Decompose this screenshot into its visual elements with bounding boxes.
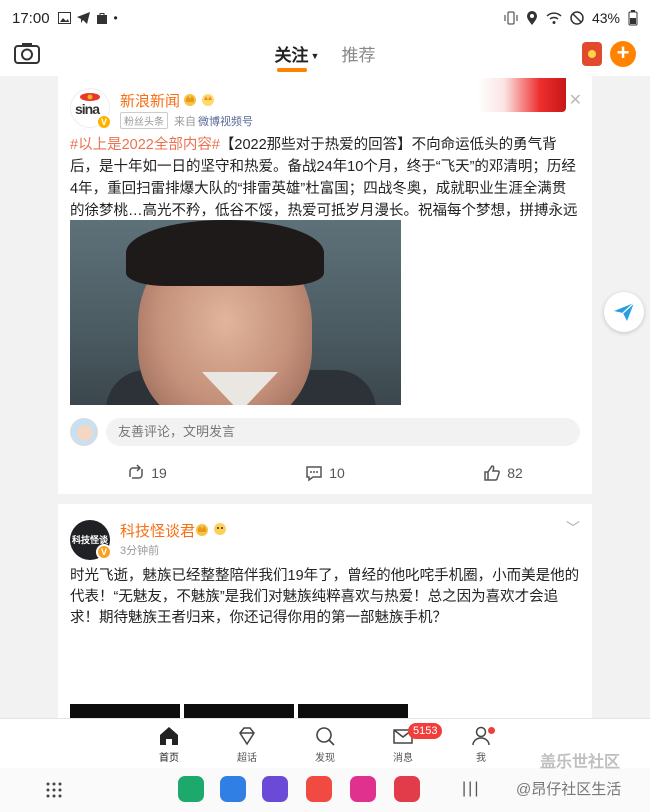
new-year-banner xyxy=(478,78,566,112)
comment-input[interactable]: 友善评论，文明发言 xyxy=(106,418,580,446)
home-icon xyxy=(160,727,178,745)
like-button[interactable]: 82 xyxy=(483,464,523,482)
watermark-text: @昂仔社区生活 xyxy=(516,781,622,798)
tab-messages-label: 消息 xyxy=(393,753,413,764)
dot-icon: • xyxy=(113,11,118,25)
verified-badge-icon: V xyxy=(96,544,112,560)
do-not-disturb-icon xyxy=(570,11,584,25)
watermark-logo: 盖乐世社区 xyxy=(540,754,621,771)
crown-icon xyxy=(196,524,208,536)
notification-icons: • xyxy=(57,11,118,25)
like-count: 82 xyxy=(507,465,523,481)
tab-super-topic[interactable]: 超话 xyxy=(208,719,286,768)
avatar-text: sina xyxy=(75,101,100,117)
image-thumb[interactable]: 2004 xyxy=(70,704,180,718)
author-name[interactable]: 科技怪谈君 xyxy=(120,520,195,541)
comment-row: 友善评论，文明发言 xyxy=(70,417,580,447)
tab-discover-label: 发现 xyxy=(315,753,335,764)
compose-plus-button[interactable]: + xyxy=(610,41,636,67)
my-avatar xyxy=(70,418,98,446)
camera-icon[interactable] xyxy=(14,42,40,64)
top-nav: 关注 ▼ 推荐 + xyxy=(0,36,650,76)
post-body: 时光飞逝，魅族已经整整陪伴我们19年了，曾经的他叱咤手机圈，小而美是他的代表！“… xyxy=(70,568,580,626)
topic-link[interactable]: #以上是2022全部内容# xyxy=(70,137,220,153)
tab-recommended[interactable]: 推荐 xyxy=(341,41,375,72)
gallery-app-icon[interactable] xyxy=(350,776,376,802)
caret-down-icon: ▼ xyxy=(310,51,320,62)
repost-icon xyxy=(129,464,143,479)
vibrate-icon xyxy=(504,11,518,25)
tab-following[interactable]: 关注 ▼ xyxy=(274,41,320,72)
internet-app-icon[interactable] xyxy=(262,776,288,802)
status-bar: 17:00 • 43% xyxy=(0,0,650,36)
paper-plane-icon xyxy=(614,302,635,321)
repost-button[interactable]: 19 xyxy=(127,464,167,482)
status-time: 17:00 xyxy=(12,9,50,27)
tab-me[interactable]: 我 xyxy=(442,719,520,768)
feed: sina V 新浪新闻 粉丝头条 来自 微博视频号 ✕ #以上是2022全部内容… xyxy=(0,76,650,718)
chevron-down-icon[interactable]: ﹀ xyxy=(566,518,580,538)
wifi-icon xyxy=(546,12,562,24)
crown-icon xyxy=(184,94,196,106)
post-meta: 粉丝头条 来自 微博视频号 xyxy=(120,112,253,129)
search-icon xyxy=(316,727,335,746)
image-thumb[interactable]: 2005 xyxy=(184,704,294,718)
camera-app-icon[interactable] xyxy=(394,776,420,802)
tab-messages[interactable]: 消息 5153 xyxy=(364,719,443,768)
image-thumb[interactable]: 2008 xyxy=(298,704,408,718)
post-actions: 19 10 82 xyxy=(58,464,592,482)
video-figure-hair xyxy=(126,220,324,286)
diamond-icon xyxy=(239,727,255,746)
location-icon xyxy=(526,11,537,25)
flipboard-app-icon[interactable] xyxy=(306,776,332,802)
source-link[interactable]: 微博视频号 xyxy=(198,113,253,129)
floating-share-button[interactable] xyxy=(604,292,644,332)
phone-app-icon[interactable] xyxy=(178,776,204,802)
repost-count: 19 xyxy=(151,465,167,481)
image-grid: 2004 2005 2008 xyxy=(70,704,408,718)
author-name[interactable]: 新浪新闻 xyxy=(120,90,180,111)
sina-eye-icon xyxy=(80,93,100,101)
messages-app-icon[interactable] xyxy=(220,776,246,802)
comment-button[interactable]: 10 xyxy=(305,464,345,482)
close-icon[interactable]: ✕ xyxy=(569,90,582,110)
red-envelope-icon[interactable] xyxy=(582,42,602,66)
notification-dot xyxy=(488,727,495,734)
recent-apps-icon[interactable]: ||| xyxy=(462,780,480,798)
tab-super-topic-label: 超话 xyxy=(237,753,257,764)
fan-badge-icon xyxy=(202,94,214,106)
thumbs-up-icon xyxy=(484,465,501,481)
status-right: 43% xyxy=(504,10,638,26)
app-drawer-icon[interactable] xyxy=(46,782,62,798)
tab-discover[interactable]: 发现 xyxy=(286,719,364,768)
verified-badge-icon: V xyxy=(96,114,112,130)
message-count-badge: 5153 xyxy=(408,723,443,739)
gallery-icon xyxy=(57,12,71,24)
post-time: 3分钟前 xyxy=(120,545,160,557)
tab-following-label: 关注 xyxy=(274,45,309,65)
shopping-bag-icon xyxy=(96,13,107,24)
tab-me-label: 我 xyxy=(476,753,486,764)
tab-home-label: 首页 xyxy=(159,753,179,764)
tab-home[interactable]: 首页 xyxy=(130,719,208,768)
video-player[interactable] xyxy=(70,220,401,405)
battery-percent: 43% xyxy=(591,10,620,26)
promo-tag: 粉丝头条 xyxy=(120,112,168,129)
feed-tabs: 关注 ▼ 推荐 xyxy=(274,41,375,72)
tab-recommended-label: 推荐 xyxy=(341,45,376,65)
comment-icon xyxy=(306,466,322,482)
battery-icon xyxy=(628,10,638,26)
emoji-badge-icon xyxy=(214,523,226,535)
post-card: sina V 新浪新闻 粉丝头条 来自 微博视频号 ✕ #以上是2022全部内容… xyxy=(58,76,592,494)
telegram-icon xyxy=(76,12,90,24)
comment-count: 10 xyxy=(329,465,345,481)
post-card: 科技怪谈 V 科技怪谈君 3分钟前 ﹀ 时光飞逝，魅族已经整整陪伴我们19年了，… xyxy=(58,504,592,718)
source-prefix: 来自 xyxy=(174,115,196,128)
